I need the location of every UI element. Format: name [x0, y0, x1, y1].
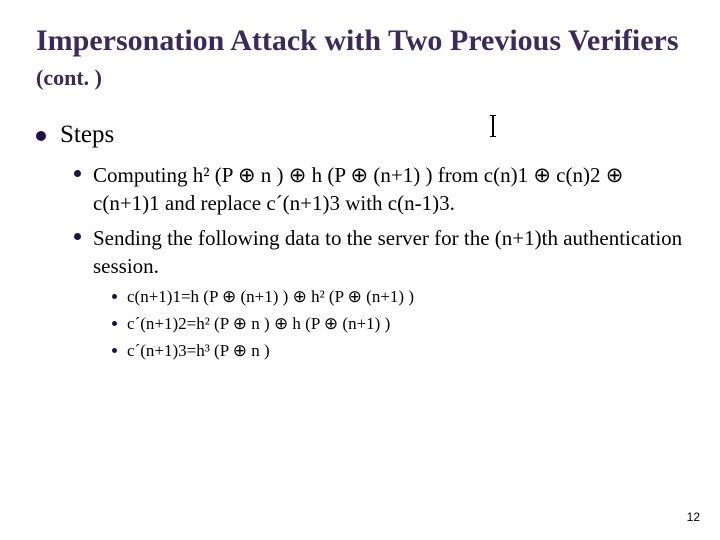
list-item: Steps — [36, 121, 684, 149]
equation-text: c´(n+1)3=h³ (P ⊕ n ) — [127, 340, 270, 363]
title-cont: (cont. ) — [36, 65, 102, 90]
bullet-icon — [112, 294, 117, 299]
step-text: Computing h² (P ⊕ n ) ⊕ h (P ⊕ (n+1) ) f… — [93, 161, 684, 218]
text-cursor-icon — [492, 116, 494, 136]
bullet-icon — [112, 348, 117, 353]
equation-text: c´(n+1)2=h² (P ⊕ n ) ⊕ h (P ⊕ (n+1) ) — [127, 313, 390, 336]
list-item: c´(n+1)2=h² (P ⊕ n ) ⊕ h (P ⊕ (n+1) ) — [112, 313, 684, 336]
slide-title: Impersonation Attack with Two Previous V… — [36, 24, 684, 93]
title-main: Impersonation Attack with Two Previous V… — [36, 24, 679, 57]
equation-text: c(n+1)1=h (P ⊕ (n+1) ) ⊕ h² (P ⊕ (n+1) ) — [127, 286, 414, 309]
list-item: c´(n+1)3=h³ (P ⊕ n ) — [112, 340, 684, 363]
page-number: 12 — [687, 510, 700, 524]
bullet-icon — [36, 131, 46, 141]
bullet-icon — [74, 233, 81, 240]
steps-heading: Steps — [60, 121, 114, 149]
list-item: Sending the following data to the server… — [74, 224, 684, 281]
list-item: Computing h² (P ⊕ n ) ⊕ h (P ⊕ (n+1) ) f… — [74, 161, 684, 218]
step-text: Sending the following data to the server… — [93, 224, 684, 281]
list-item: c(n+1)1=h (P ⊕ (n+1) ) ⊕ h² (P ⊕ (n+1) ) — [112, 286, 684, 309]
slide: Impersonation Attack with Two Previous V… — [0, 0, 720, 540]
bullet-icon — [112, 321, 117, 326]
bullet-icon — [74, 170, 81, 177]
